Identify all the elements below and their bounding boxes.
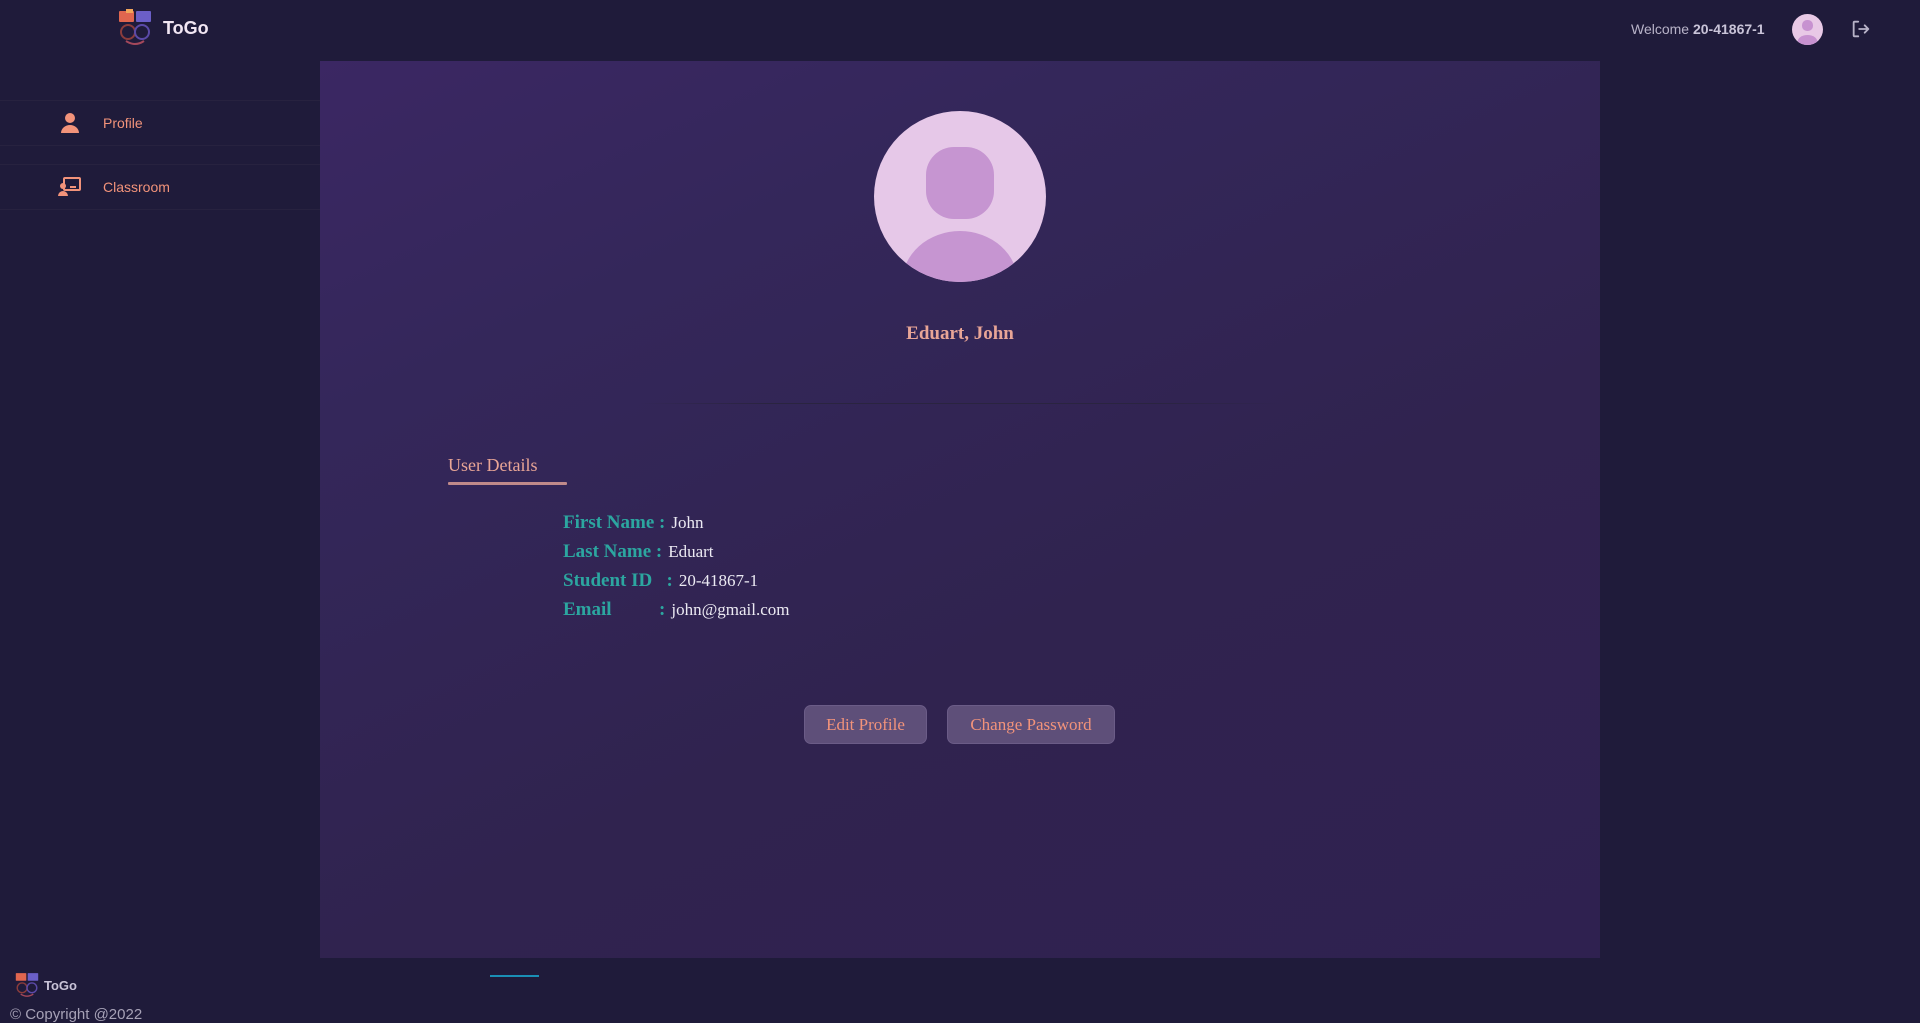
welcome-user-id: 20-41867-1 (1692, 21, 1765, 37)
user-details: First Name : John Last Name : Eduart Stu… (563, 512, 790, 628)
change-password-button[interactable]: Change Password (947, 705, 1115, 744)
detail-row-email: Email : john@gmail.com (563, 599, 790, 628)
detail-row-last-name: Last Name : Eduart (563, 541, 790, 570)
brand[interactable]: ToGo (117, 8, 209, 48)
sidebar-item-label: Classroom (103, 179, 170, 195)
welcome-label: Welcome (1631, 21, 1690, 37)
profile-avatar (874, 111, 1046, 282)
sidebar-item-label: Profile (103, 115, 143, 131)
sidebar-item-classroom[interactable]: Classroom (0, 164, 320, 210)
field-value: Eduart (668, 542, 714, 561)
top-bar: ToGo Welcome 20-41867-1 (0, 0, 1920, 60)
divider (640, 403, 1280, 404)
classroom-icon (58, 177, 81, 196)
sidebar-item-profile[interactable]: Profile (0, 100, 320, 146)
user-icon (61, 113, 79, 133)
profile-full-name: Eduart, John (906, 323, 1014, 344)
user-avatar-icon (902, 147, 1018, 282)
edit-profile-button[interactable]: Edit Profile (804, 705, 927, 744)
logout-icon[interactable] (1850, 18, 1872, 40)
togo-logo-icon (15, 973, 39, 997)
field-label: Student ID : (563, 570, 673, 591)
section-underline (448, 482, 567, 485)
profile-panel: Eduart, John User Details First Name : J… (320, 61, 1600, 958)
field-label: Last Name : (563, 541, 663, 562)
field-label: Email : (563, 599, 666, 620)
user-avatar-icon[interactable] (1792, 14, 1823, 45)
detail-row-student-id: Student ID : 20-41867-1 (563, 570, 790, 599)
detail-row-first-name: First Name : John (563, 512, 790, 541)
welcome-text: Welcome 20-41867-1 (1631, 21, 1765, 37)
section-title: User Details (448, 455, 538, 475)
footer-brand: ToGo (14, 971, 77, 999)
copyright-text: © Copyright @2022 (10, 1006, 143, 1023)
field-value: john@gmail.com (671, 600, 790, 619)
field-label: First Name : (563, 512, 666, 533)
field-value: 20-41867-1 (678, 571, 759, 590)
sidebar: Profile Classroom ToGo © Copyright @2022 (0, 60, 320, 1023)
footer-brand-name: ToGo (44, 977, 77, 993)
field-value: John (671, 513, 704, 532)
togo-logo-icon (119, 9, 151, 45)
brand-name: ToGo (163, 17, 209, 38)
